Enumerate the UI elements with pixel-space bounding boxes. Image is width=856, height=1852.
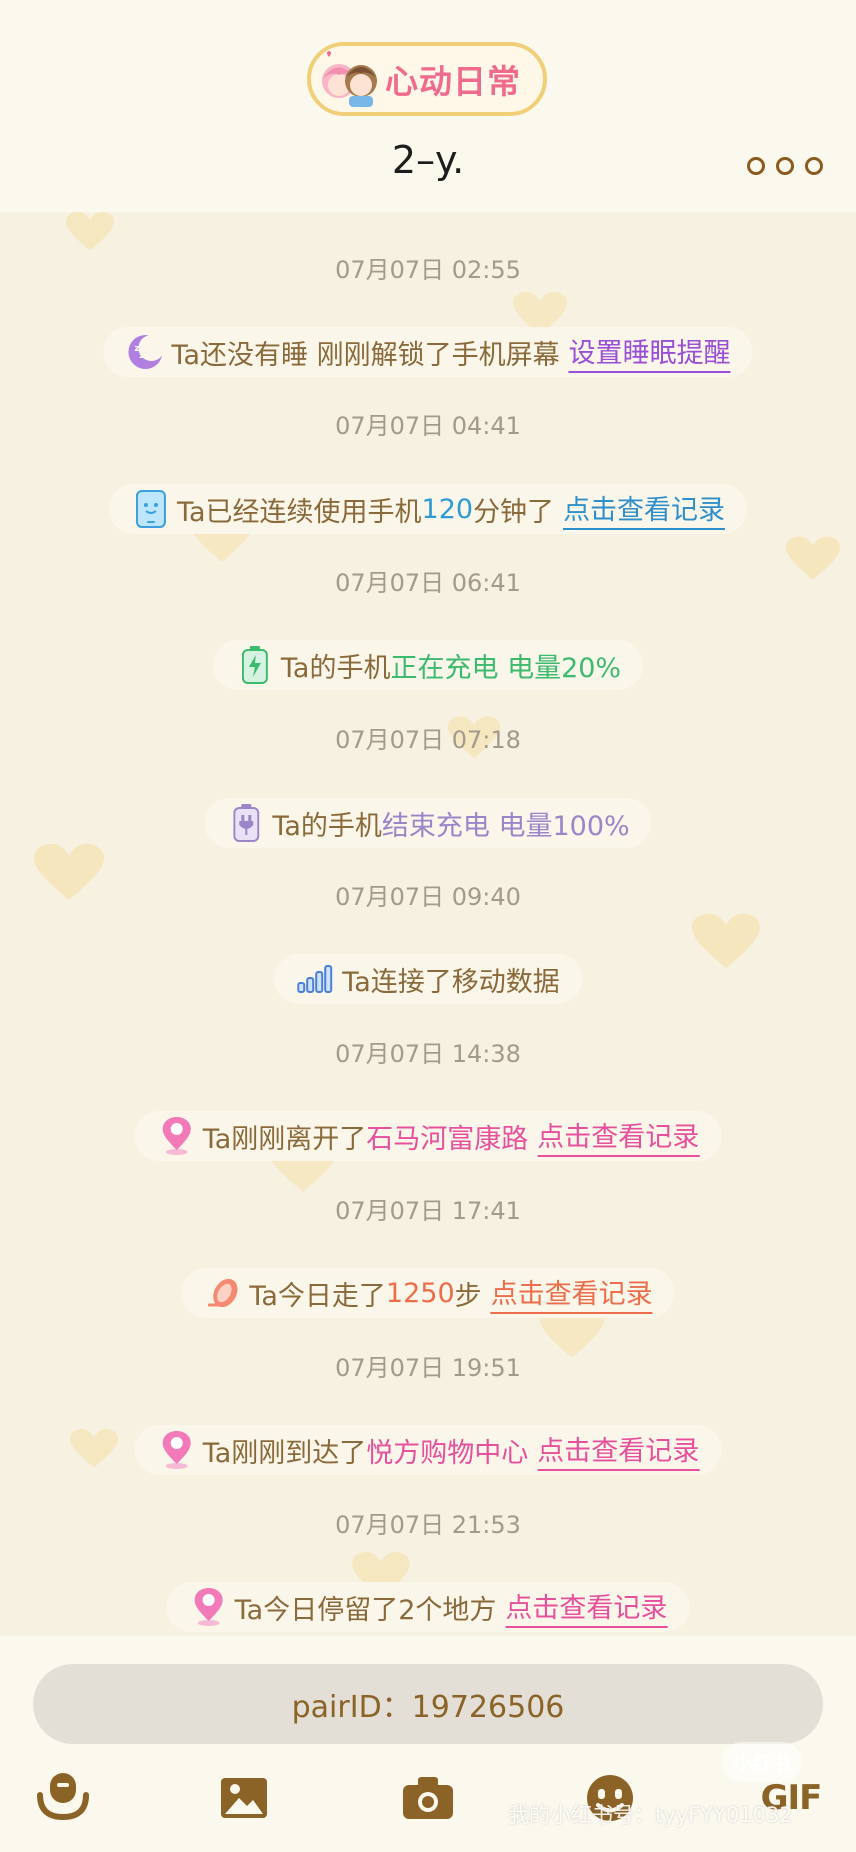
activity-message: Ta刚刚到达了 悦方购物中心 点击查看记录 — [134, 1425, 722, 1475]
timestamp: 07月07日 19:51 — [335, 1354, 521, 1382]
message-text: Ta今日停留了2个地方 — [234, 1594, 497, 1626]
phone-icon — [131, 489, 171, 529]
activity-message: Ta已经连续使用手机 120 分钟了 点击查看记录 — [108, 484, 748, 534]
timestamp: 07月07日 09:40 — [335, 883, 521, 911]
view-record-link[interactable]: 点击查看记录 — [505, 1586, 668, 1628]
timestamp: 07月07日 07:18 — [335, 726, 521, 754]
activity-message: Ta连接了移动数据 — [274, 954, 582, 1004]
signal-bars-icon — [296, 959, 336, 999]
battery-plug-icon — [226, 803, 266, 843]
message-text: Ta今日走了 — [249, 1280, 386, 1312]
message-text: 步 — [454, 1280, 482, 1312]
watermark-text: 我的小红书号：tyyFYY01032 — [508, 1803, 793, 1827]
message-text: Ta的手机 — [272, 810, 382, 842]
message-text: 1250 — [385, 1277, 455, 1309]
activity-message: Ta今日走了 1250 步点击查看记录 — [181, 1268, 675, 1318]
image-icon — [221, 1778, 267, 1818]
image-button[interactable] — [216, 1770, 272, 1826]
app-logo: 心动日常 — [307, 42, 547, 116]
timestamp: 07月07日 14:38 — [335, 1040, 521, 1068]
location-pin-icon — [157, 1430, 197, 1470]
watermark-badge: 小红书 — [722, 1742, 802, 1782]
message-text: Ta刚刚离开了 — [202, 1123, 367, 1155]
battery-charging-icon — [235, 645, 275, 685]
timestamp: 07月07日 06:41 — [335, 569, 521, 597]
view-record-link[interactable]: 点击查看记录 — [490, 1272, 653, 1314]
message-text: Ta的手机 — [280, 652, 391, 684]
message-text: Ta刚刚到达了 — [202, 1437, 367, 1469]
chat-title: 2–y. — [391, 138, 465, 182]
voice-button[interactable] — [35, 1770, 91, 1826]
sleep-moon-icon: zz — [125, 332, 165, 372]
heart-decoration-icon — [66, 212, 114, 251]
location-pin-icon — [189, 1587, 229, 1627]
heart-decoration-icon — [692, 913, 760, 969]
activity-message: Ta刚刚离开了 石马河富康路 点击查看记录 — [134, 1111, 722, 1161]
view-record-link[interactable]: 点击查看记录 — [537, 1429, 700, 1471]
header: 心动日常 2–y. — [0, 0, 856, 212]
svg-text:z: z — [139, 352, 143, 360]
timestamp: 07月07日 02:55 — [335, 256, 521, 284]
view-record-link[interactable]: 设置睡眠提醒 — [568, 331, 731, 373]
footprint-icon — [203, 1273, 243, 1313]
message-text: 分钟了 — [473, 496, 555, 528]
activity-message: Ta今日停留了2个地方 点击查看记录 — [166, 1582, 690, 1632]
message-text: 悦方购物中心 — [366, 1437, 529, 1469]
activity-message: Ta的手机 结束充电 电量100% — [204, 798, 652, 848]
message-text: 石马河富康路 — [366, 1123, 529, 1155]
message-text: Ta已经连续使用手机 — [176, 496, 422, 528]
activity-message: z z Ta还没有睡 刚刚解锁了手机屏幕 设置睡眠提醒 — [103, 327, 753, 377]
camera-button[interactable] — [400, 1770, 456, 1826]
dot-icon — [776, 157, 794, 175]
view-record-link[interactable]: 点击查看记录 — [563, 488, 726, 530]
activity-message: Ta的手机 正在充电 电量20% — [212, 640, 644, 690]
location-pin-icon — [157, 1116, 197, 1156]
camera-icon — [403, 1777, 453, 1819]
dot-icon — [805, 157, 823, 175]
timestamp: 07月07日 21:53 — [335, 1511, 521, 1539]
message-text: 正在充电 电量20% — [390, 652, 622, 684]
activity-feed[interactable]: 07月07日 02:55 z z Ta还没有睡 刚刚解锁了手机屏幕 设置睡眠提醒 07月0… — [0, 212, 856, 1636]
dot-icon — [747, 157, 765, 175]
logo-text: 心动日常 — [385, 62, 521, 101]
couple-avatar-icon — [322, 51, 377, 107]
timestamp: 07月07日 04:41 — [335, 412, 521, 440]
message-text: Ta连接了移动数据 — [342, 966, 560, 998]
pair-id-text: pairID：19726506 — [291, 1690, 565, 1725]
voice-icon — [37, 1773, 89, 1821]
message-input[interactable]: pairID：19726506 — [33, 1664, 823, 1744]
timestamp: 07月07日 17:41 — [335, 1197, 521, 1225]
view-record-link[interactable]: 点击查看记录 — [537, 1115, 700, 1157]
message-text: 120 — [421, 493, 474, 525]
more-options-button[interactable] — [747, 157, 823, 175]
message-text: 结束充电 电量100% — [381, 810, 630, 842]
heart-decoration-icon — [70, 1429, 118, 1468]
message-text: Ta还没有睡 刚刚解锁了手机屏幕 — [171, 339, 560, 371]
